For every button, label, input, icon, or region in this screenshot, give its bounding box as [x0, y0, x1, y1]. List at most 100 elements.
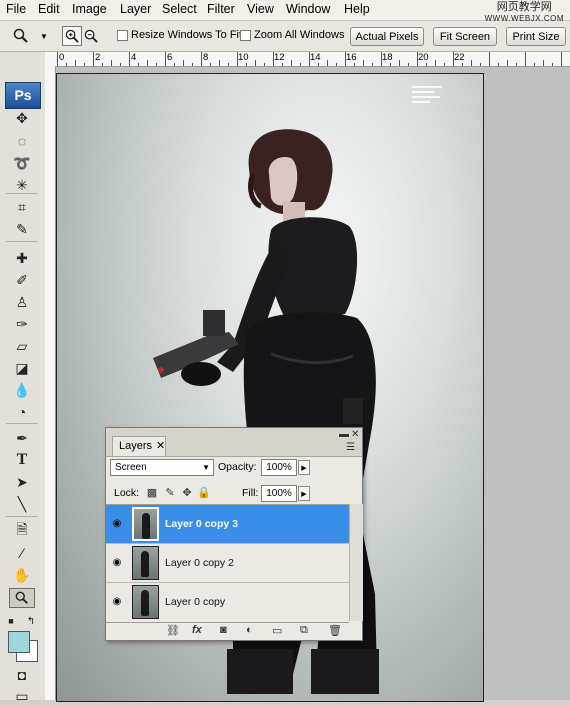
fill-input[interactable]: 100%: [261, 485, 297, 502]
eraser-tool-icon[interactable]: ▱: [9, 336, 35, 356]
layers-panel-header: Layers ✕ ▬ ✕ ☰: [106, 428, 362, 457]
lasso-tool-icon[interactable]: ➰: [9, 153, 35, 173]
ruler-label: 10: [238, 52, 249, 63]
lock-all-icon[interactable]: 🔒: [197, 487, 211, 499]
ruler-tick: [282, 63, 283, 66]
ruler-tick: [174, 63, 175, 66]
zoom-in-icon[interactable]: [62, 26, 82, 46]
visibility-eye-icon[interactable]: ◉: [109, 596, 125, 608]
ruler-tick: [507, 60, 508, 66]
opacity-input[interactable]: 100%: [261, 459, 297, 476]
panel-menu-icon[interactable]: ☰: [346, 442, 355, 453]
minimize-panel-icon[interactable]: ▬: [339, 429, 349, 440]
ruler-tick: [255, 60, 256, 66]
tab-layers[interactable]: Layers ✕: [112, 436, 166, 456]
chevron-down-icon: ▼: [202, 463, 210, 472]
healing-brush-tool-icon[interactable]: ✚: [9, 248, 35, 268]
ruler-tick: [453, 52, 454, 66]
menu-edit[interactable]: Edit: [38, 2, 60, 16]
new-group-icon[interactable]: ▭: [272, 624, 282, 637]
move-tool-icon[interactable]: ✥: [9, 108, 35, 128]
menu-image[interactable]: Image: [72, 2, 107, 16]
menu-select[interactable]: Select: [162, 2, 197, 16]
menu-filter[interactable]: Filter: [207, 2, 235, 16]
brush-tool-icon[interactable]: ✐: [9, 270, 35, 290]
dodge-tool-icon[interactable]: ◔: [9, 402, 35, 422]
menu-view[interactable]: View: [247, 2, 274, 16]
ruler-label: 8: [203, 52, 209, 63]
ruler-tick: [408, 63, 409, 66]
ruler-tick: [354, 63, 355, 66]
pen-tool-icon[interactable]: ✒: [9, 428, 35, 448]
notes-tool-icon[interactable]: 🗎: [9, 521, 35, 541]
lock-transparent-icon[interactable]: ▩: [146, 487, 158, 499]
ruler-tick: [417, 52, 418, 66]
ruler-tick: [336, 63, 337, 66]
ruler-tick: [102, 63, 103, 66]
color-sampler-tool-icon[interactable]: ⁄: [9, 543, 35, 563]
watermark-title: 网页教学网: [496, 1, 552, 13]
visibility-eye-icon[interactable]: ◉: [109, 557, 125, 569]
preset-dropdown-icon[interactable]: ▼: [38, 26, 50, 46]
ruler-tick: [129, 52, 130, 66]
menu-layer[interactable]: Layer: [120, 2, 151, 16]
crop-tool-icon[interactable]: ⌗: [9, 197, 35, 217]
ruler-tick: [273, 52, 274, 66]
delete-layer-icon[interactable]: 🗑: [328, 624, 342, 637]
ruler-tick: [192, 63, 193, 66]
blend-mode-select[interactable]: Screen ▼: [110, 459, 214, 476]
swap-colors-icon[interactable]: ↰: [24, 611, 38, 631]
paint-bucket-tool-icon[interactable]: ◪: [9, 358, 35, 378]
menu-help[interactable]: Help: [344, 2, 370, 16]
print-size-button[interactable]: Print Size: [506, 27, 566, 46]
zoom-tool-icon[interactable]: [9, 588, 35, 608]
opacity-slider-button[interactable]: ▶: [298, 460, 310, 475]
ruler-tick: [372, 63, 373, 66]
clone-stamp-tool-icon[interactable]: ♙: [9, 292, 35, 312]
menu-file[interactable]: File: [6, 2, 26, 16]
screen-mode-icon[interactable]: ▭: [9, 686, 35, 706]
ruler-tick: [471, 60, 472, 66]
foreground-color-swatch[interactable]: [8, 631, 30, 653]
fit-screen-button[interactable]: Fit Screen: [433, 27, 497, 46]
eyedropper-tool-icon[interactable]: ✎: [9, 219, 35, 239]
ruler-tick: [93, 52, 94, 66]
history-brush-tool-icon[interactable]: ✑: [9, 314, 35, 334]
marquee-tool-icon[interactable]: ◌: [9, 131, 35, 151]
layer-style-icon[interactable]: fx: [192, 624, 202, 636]
default-colors-icon[interactable]: ■: [4, 611, 18, 631]
menu-window[interactable]: Window: [286, 2, 330, 16]
zoom-tool-preset-icon[interactable]: [10, 26, 32, 46]
ruler-tick: [462, 63, 463, 66]
adjustment-layer-icon[interactable]: ◐: [246, 624, 253, 636]
resize-windows-checkbox[interactable]: [117, 30, 128, 41]
ruler-tick: [489, 52, 490, 66]
path-selection-tool-icon[interactable]: ➤: [9, 472, 35, 492]
actual-pixels-button[interactable]: Actual Pixels: [350, 27, 424, 46]
blur-tool-icon[interactable]: 💧: [9, 380, 35, 400]
zoom-all-windows-checkbox[interactable]: [240, 30, 251, 41]
layer-row[interactable]: ◉ Layer 0 copy: [106, 583, 349, 622]
zoom-out-icon[interactable]: [82, 26, 100, 46]
magic-wand-tool-icon[interactable]: ✳: [9, 175, 35, 195]
fill-slider-button[interactable]: ▶: [298, 486, 310, 501]
layer-list-scrollbar[interactable]: [349, 504, 363, 621]
type-tool-icon[interactable]: T: [9, 450, 35, 470]
add-mask-icon[interactable]: ◙: [220, 624, 227, 636]
visibility-eye-icon[interactable]: ◉: [109, 518, 125, 530]
quick-mask-icon[interactable]: ◘: [9, 665, 35, 685]
close-panel-icon[interactable]: ✕: [351, 429, 359, 440]
ruler-tick: [120, 63, 121, 66]
ruler-tick: [534, 63, 535, 66]
hand-tool-icon[interactable]: ✋: [9, 565, 35, 585]
lock-pixels-icon[interactable]: ✎: [164, 487, 176, 499]
ruler-tick: [75, 60, 76, 66]
lock-position-icon[interactable]: ✥: [181, 487, 193, 499]
layer-name: Layer 0 copy: [165, 596, 226, 608]
new-layer-icon[interactable]: ⧉: [300, 624, 308, 637]
line-tool-icon[interactable]: ╲: [9, 494, 35, 514]
link-layers-icon[interactable]: ⛓: [166, 624, 180, 637]
layer-row[interactable]: ◉ Layer 0 copy 3: [106, 505, 349, 544]
close-tab-icon[interactable]: ✕: [156, 439, 165, 452]
layer-row[interactable]: ◉ Layer 0 copy 2: [106, 544, 349, 583]
